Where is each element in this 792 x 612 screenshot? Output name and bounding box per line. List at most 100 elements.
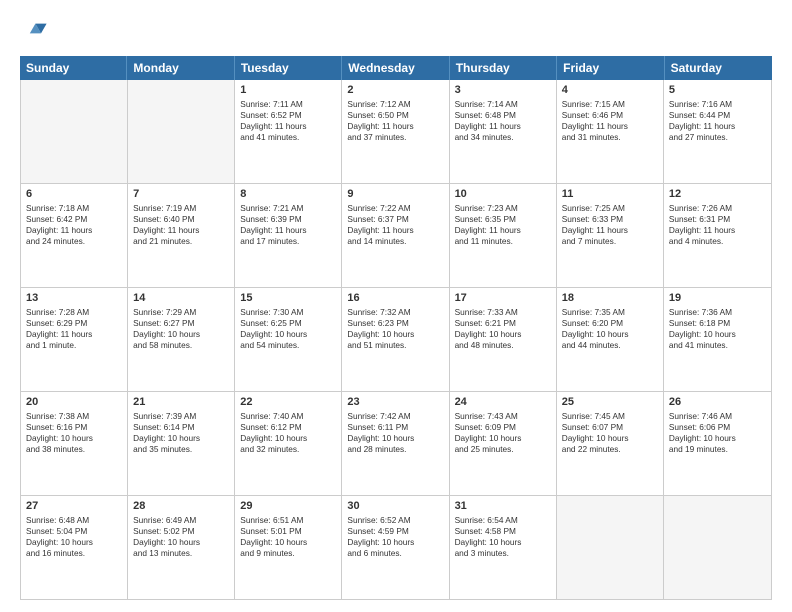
cell-line: and 24 minutes. bbox=[26, 236, 122, 247]
cell-line: and 11 minutes. bbox=[455, 236, 551, 247]
calendar-row: 1Sunrise: 7:11 AMSunset: 6:52 PMDaylight… bbox=[21, 80, 771, 184]
cell-line: and 14 minutes. bbox=[347, 236, 443, 247]
cell-line: Sunrise: 7:21 AM bbox=[240, 203, 336, 214]
cell-line: and 16 minutes. bbox=[26, 548, 122, 559]
cell-line: and 4 minutes. bbox=[669, 236, 766, 247]
cell-line: Daylight: 11 hours bbox=[455, 225, 551, 236]
cell-line: and 1 minute. bbox=[26, 340, 122, 351]
cell-line: and 25 minutes. bbox=[455, 444, 551, 455]
cell-line: and 38 minutes. bbox=[26, 444, 122, 455]
cell-line: Sunset: 6:50 PM bbox=[347, 110, 443, 121]
cell-line: Sunset: 4:58 PM bbox=[455, 526, 551, 537]
cell-line: Sunset: 5:04 PM bbox=[26, 526, 122, 537]
calendar-cell: 18Sunrise: 7:35 AMSunset: 6:20 PMDayligh… bbox=[557, 288, 664, 391]
cell-line: Daylight: 10 hours bbox=[133, 537, 229, 548]
cell-line: Sunset: 6:12 PM bbox=[240, 422, 336, 433]
cell-line: Sunrise: 6:49 AM bbox=[133, 515, 229, 526]
calendar-cell: 28Sunrise: 6:49 AMSunset: 5:02 PMDayligh… bbox=[128, 496, 235, 599]
cell-line: Daylight: 10 hours bbox=[240, 433, 336, 444]
cell-line: Daylight: 10 hours bbox=[455, 329, 551, 340]
day-number: 16 bbox=[347, 291, 443, 306]
cell-line: and 21 minutes. bbox=[133, 236, 229, 247]
cell-line: Sunset: 6:21 PM bbox=[455, 318, 551, 329]
cell-line: Sunset: 6:06 PM bbox=[669, 422, 766, 433]
cell-line: and 9 minutes. bbox=[240, 548, 336, 559]
cell-line: and 54 minutes. bbox=[240, 340, 336, 351]
calendar-row: 13Sunrise: 7:28 AMSunset: 6:29 PMDayligh… bbox=[21, 288, 771, 392]
cell-line: Daylight: 11 hours bbox=[240, 225, 336, 236]
cell-line: Sunset: 6:44 PM bbox=[669, 110, 766, 121]
day-number: 8 bbox=[240, 187, 336, 202]
cell-line: Sunrise: 7:40 AM bbox=[240, 411, 336, 422]
cell-line: and 19 minutes. bbox=[669, 444, 766, 455]
cell-line: Sunset: 6:33 PM bbox=[562, 214, 658, 225]
calendar-cell bbox=[664, 496, 771, 599]
cell-line: and 13 minutes. bbox=[133, 548, 229, 559]
cell-line: Sunrise: 7:23 AM bbox=[455, 203, 551, 214]
cell-line: Daylight: 10 hours bbox=[26, 537, 122, 548]
cell-line: Sunset: 5:02 PM bbox=[133, 526, 229, 537]
calendar-cell: 3Sunrise: 7:14 AMSunset: 6:48 PMDaylight… bbox=[450, 80, 557, 183]
cell-line: Sunset: 6:16 PM bbox=[26, 422, 122, 433]
day-number: 4 bbox=[562, 83, 658, 98]
cell-line: Daylight: 11 hours bbox=[26, 225, 122, 236]
page: SundayMondayTuesdayWednesdayThursdayFrid… bbox=[0, 0, 792, 612]
cell-line: and 37 minutes. bbox=[347, 132, 443, 143]
calendar-cell: 23Sunrise: 7:42 AMSunset: 6:11 PMDayligh… bbox=[342, 392, 449, 495]
cell-line: Sunset: 5:01 PM bbox=[240, 526, 336, 537]
calendar: SundayMondayTuesdayWednesdayThursdayFrid… bbox=[20, 56, 772, 600]
header-cell-thursday: Thursday bbox=[450, 56, 557, 80]
cell-line: Sunrise: 7:43 AM bbox=[455, 411, 551, 422]
cell-line: Daylight: 11 hours bbox=[133, 225, 229, 236]
calendar-cell: 14Sunrise: 7:29 AMSunset: 6:27 PMDayligh… bbox=[128, 288, 235, 391]
cell-line: Sunrise: 7:25 AM bbox=[562, 203, 658, 214]
day-number: 23 bbox=[347, 395, 443, 410]
cell-line: Sunset: 6:39 PM bbox=[240, 214, 336, 225]
cell-line: and 31 minutes. bbox=[562, 132, 658, 143]
day-number: 27 bbox=[26, 499, 122, 514]
calendar-header: SundayMondayTuesdayWednesdayThursdayFrid… bbox=[20, 56, 772, 80]
cell-line: Sunset: 6:14 PM bbox=[133, 422, 229, 433]
calendar-cell: 4Sunrise: 7:15 AMSunset: 6:46 PMDaylight… bbox=[557, 80, 664, 183]
cell-line: Sunrise: 7:45 AM bbox=[562, 411, 658, 422]
day-number: 21 bbox=[133, 395, 229, 410]
cell-line: Sunrise: 7:35 AM bbox=[562, 307, 658, 318]
calendar-cell: 8Sunrise: 7:21 AMSunset: 6:39 PMDaylight… bbox=[235, 184, 342, 287]
cell-line: Sunrise: 7:26 AM bbox=[669, 203, 766, 214]
cell-line: and 27 minutes. bbox=[669, 132, 766, 143]
header-cell-sunday: Sunday bbox=[20, 56, 127, 80]
cell-line: and 48 minutes. bbox=[455, 340, 551, 351]
cell-line: Daylight: 11 hours bbox=[562, 121, 658, 132]
header-cell-tuesday: Tuesday bbox=[235, 56, 342, 80]
calendar-cell: 16Sunrise: 7:32 AMSunset: 6:23 PMDayligh… bbox=[342, 288, 449, 391]
cell-line: Sunrise: 7:11 AM bbox=[240, 99, 336, 110]
cell-line: Sunrise: 7:42 AM bbox=[347, 411, 443, 422]
cell-line: Sunrise: 6:51 AM bbox=[240, 515, 336, 526]
cell-line: Daylight: 11 hours bbox=[455, 121, 551, 132]
day-number: 2 bbox=[347, 83, 443, 98]
day-number: 22 bbox=[240, 395, 336, 410]
cell-line: Sunrise: 6:52 AM bbox=[347, 515, 443, 526]
cell-line: and 17 minutes. bbox=[240, 236, 336, 247]
cell-line: and 7 minutes. bbox=[562, 236, 658, 247]
cell-line: Daylight: 10 hours bbox=[240, 329, 336, 340]
cell-line: Daylight: 10 hours bbox=[347, 329, 443, 340]
cell-line: Sunset: 6:46 PM bbox=[562, 110, 658, 121]
cell-line: Sunset: 6:52 PM bbox=[240, 110, 336, 121]
cell-line: and 34 minutes. bbox=[455, 132, 551, 143]
day-number: 13 bbox=[26, 291, 122, 306]
calendar-cell: 12Sunrise: 7:26 AMSunset: 6:31 PMDayligh… bbox=[664, 184, 771, 287]
calendar-cell bbox=[21, 80, 128, 183]
day-number: 25 bbox=[562, 395, 658, 410]
calendar-cell: 19Sunrise: 7:36 AMSunset: 6:18 PMDayligh… bbox=[664, 288, 771, 391]
cell-line: Sunrise: 7:38 AM bbox=[26, 411, 122, 422]
day-number: 24 bbox=[455, 395, 551, 410]
header-cell-monday: Monday bbox=[127, 56, 234, 80]
day-number: 17 bbox=[455, 291, 551, 306]
calendar-cell: 26Sunrise: 7:46 AMSunset: 6:06 PMDayligh… bbox=[664, 392, 771, 495]
cell-line: Sunrise: 7:12 AM bbox=[347, 99, 443, 110]
cell-line: Daylight: 11 hours bbox=[240, 121, 336, 132]
cell-line: Sunrise: 7:33 AM bbox=[455, 307, 551, 318]
cell-line: Sunset: 6:48 PM bbox=[455, 110, 551, 121]
cell-line: Daylight: 11 hours bbox=[347, 121, 443, 132]
